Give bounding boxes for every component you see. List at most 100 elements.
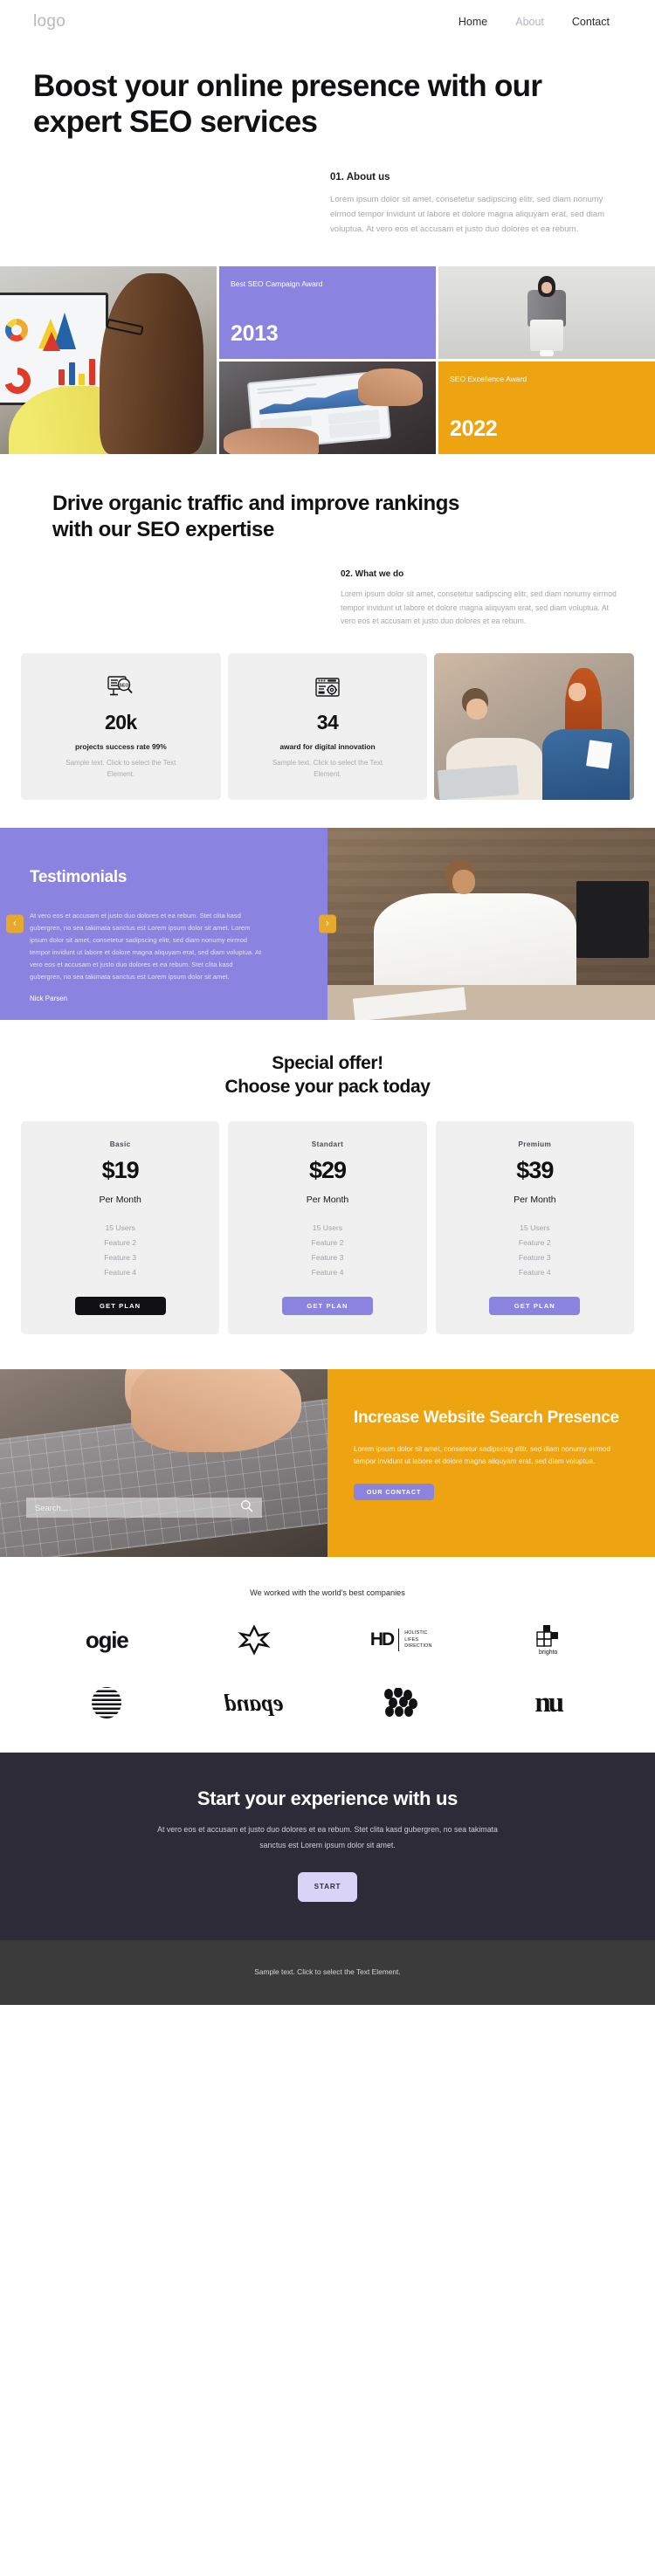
plan-features-standart: 15 Users Feature 2 Feature 3 Feature 4 [312,1221,344,1279]
plan-feature: Feature 3 [311,1252,344,1262]
plan-period-premium: Per Month [514,1195,556,1206]
testimonial-quote: At vero eos et accusam et justo duo dolo… [30,911,262,981]
stats-row: SEO 20k projects success rate 99% Sample… [0,653,655,800]
cta-section: Increase Website Search Presence Lorem i… [0,1369,655,1558]
plan-feature: 15 Users [105,1223,135,1233]
testimonials-section: Testimonials At vero eos et accusam et j… [0,827,655,1020]
footer-bottom-bar: Sample text. Click to select the Text El… [0,1939,655,2005]
about-us-text: Lorem ipsum dolor sit amet, consetetur s… [330,194,605,234]
dots-pattern-logo [382,1683,420,1723]
pricing-heading-line2: Choose your pack today [224,1077,431,1098]
hero-photo-lady [438,265,655,359]
testimonial-photo-man [328,827,655,1020]
start-button[interactable]: START [298,1871,357,1902]
testimonial-author: Nick Parsen [30,995,68,1003]
testimonial-card: At vero eos et accusam et justo duo dolo… [30,910,264,1002]
search-input[interactable] [35,1503,210,1513]
plan-feature: 15 Users [312,1223,343,1233]
testimonial-next-arrow-icon[interactable]: › [319,914,336,933]
plan-name-basic: Basic [109,1140,131,1149]
what-we-do-title: 02. What we do [341,568,404,579]
plan-features-basic: 15 Users Feature 2 Feature 3 Feature 4 [104,1221,136,1279]
what-we-do-block: 02. What we do Lorem ipsum dolor sit ame… [341,569,622,629]
hd-logo-mark: HD [369,1629,395,1650]
stat-sub-awards: Sample text. Click to select the Text El… [272,759,383,779]
hero-photo-tablet [219,361,436,454]
seo-search-monitor-icon: SEO [107,676,134,699]
ogie-logo-text: ogie [85,1626,129,1653]
our-contact-button[interactable]: OUR CONTACT [354,1484,434,1501]
divider [398,1629,400,1652]
stat-number-awards: 34 [316,711,339,734]
services-photo-colleagues [434,653,634,800]
cta-photo-keyboard [0,1369,328,1558]
cta-text: Lorem ipsum dolor sit amet, consetetur s… [354,1444,610,1466]
plan-feature: Feature 4 [311,1267,344,1277]
what-we-do-text: Lorem ipsum dolor sit amet, consetetur s… [341,589,617,626]
hero-heading: Boost your online presence with our expe… [33,69,542,140]
services-section: Drive organic traffic and improve rankin… [0,454,655,629]
pricing-section: Special offer! Choose your pack today Ba… [0,1019,655,1370]
plan-period-basic: Per Month [99,1195,141,1206]
stat-label-awards: award for digital innovation [279,742,376,752]
plan-feature: Feature 3 [518,1252,551,1262]
plan-name-standart: Standart [311,1140,344,1149]
award-year-2013: 2013 [231,320,279,346]
pricing-heading-line1: Special offer! [272,1052,383,1073]
plan-feature: Feature 4 [518,1267,551,1277]
plan-name-premium: Premium [518,1140,552,1149]
svg-text:SEO: SEO [120,684,129,689]
plan-feature: Feature 2 [518,1238,551,1248]
search-bar[interactable] [26,1498,262,1519]
ogie-logo: ogie [85,1620,129,1660]
pricing-plan-basic: Basic $19 Per Month 15 Users Feature 2 F… [21,1121,220,1335]
plan-price-basic: $19 [101,1157,140,1184]
testimonial-prev-arrow-icon[interactable]: ‹ [6,914,24,933]
nav-item-contact[interactable]: Contact [572,16,610,28]
stat-card-awards: 34 award for digital innovation Sample t… [227,653,428,800]
footer-bottom-text: Sample text. Click to select the Text El… [254,1966,401,1976]
get-plan-button-standart[interactable]: GET PLAN [281,1297,373,1316]
testimonial-content: Testimonials At vero eos et accusam et j… [0,827,336,1020]
plan-feature: Feature 2 [104,1238,137,1248]
cta-orange-panel: Increase Website Search Presence Lorem i… [328,1369,655,1558]
plan-feature: 15 Users [520,1223,550,1233]
pricing-plan-standart: Standart $29 Per Month 15 Users Feature … [228,1121,427,1335]
stat-card-projects: SEO 20k projects success rate 99% Sample… [21,653,221,800]
epand-script-logo: epand [224,1683,284,1723]
brighto-logo-text: brighto [539,1650,558,1656]
nav-item-about[interactable]: About [515,16,544,28]
award-card-2022: SEO Excellence Award 2022 [438,361,655,454]
get-plan-button-basic[interactable]: GET PLAN [74,1297,166,1316]
footer-text: At vero eos et accusam et justo duo dolo… [157,1825,498,1849]
award-card-2013: Best SEO Campaign Award 2013 [219,265,436,359]
footer-cta-section: Start your experience with us At vero eo… [0,1753,655,1940]
plan-price-standart: $29 [308,1157,347,1184]
partners-caption: We worked with the world's best companie… [250,1588,405,1598]
about-us-title: 01. About us [330,171,390,183]
get-plan-button-premium[interactable]: GET PLAN [489,1297,581,1316]
testimonials-heading: Testimonials [30,867,128,886]
site-header: logo Home About Contact [0,0,655,44]
magnifier-icon[interactable] [240,1499,253,1517]
hero-photo-monitor [0,265,217,454]
browser-gear-settings-icon [315,676,340,699]
epand-logo-text: epand [224,1689,284,1716]
striped-circle-logo [92,1683,122,1723]
landing-page: logo Home About Contact Boost your onlin… [0,0,655,2005]
partner-logo-grid: ogie HD HOLISTIC LIFES DIRECTION brighto… [33,1620,622,1723]
pricing-plans: Basic $19 Per Month 15 Users Feature 2 F… [21,1121,634,1335]
stat-label-projects: projects success rate 99% [74,742,167,752]
brighto-grid-logo: brighto [536,1620,561,1660]
hd-logo-subtext: HOLISTIC LIFES DIRECTION [404,1629,432,1650]
plan-price-premium: $39 [516,1157,554,1184]
nav-item-home[interactable]: Home [458,16,487,28]
plan-feature: Feature 4 [104,1267,137,1277]
hero-image-grid: Best SEO Campaign Award 2013 SEO Excelle… [0,265,655,454]
site-logo[interactable]: logo [33,12,66,31]
services-heading: Drive organic traffic and improve rankin… [52,491,460,541]
stat-sub-projects: Sample text. Click to select the Text El… [66,759,176,779]
plan-feature: Feature 3 [104,1252,137,1262]
nu-logo-text: nu [534,1686,564,1718]
cta-heading: Increase Website Search Presence [354,1409,619,1428]
